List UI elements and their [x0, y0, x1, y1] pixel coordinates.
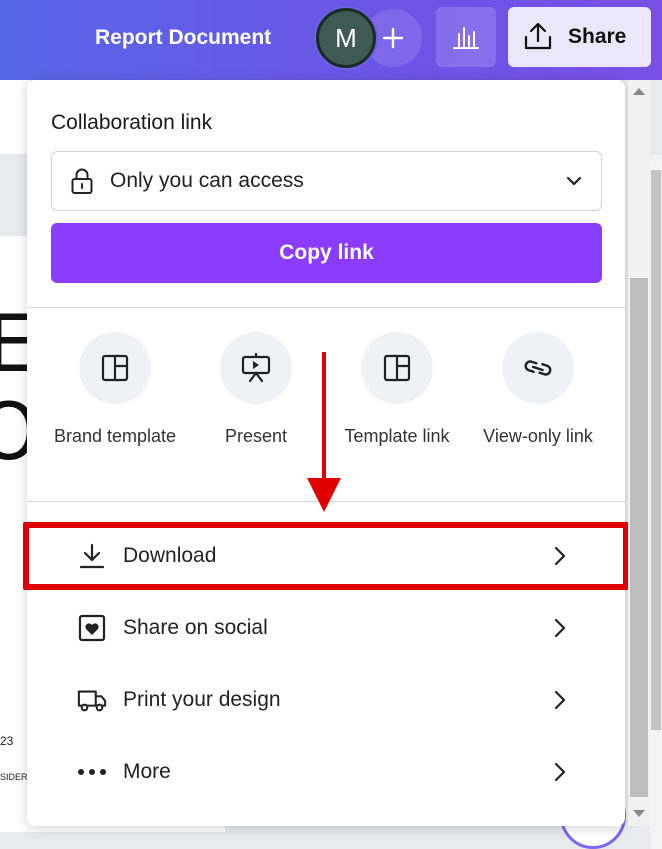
copy-link-button[interactable]: Copy link: [51, 223, 602, 283]
chevron-right-icon: [554, 690, 566, 710]
present-circle: [220, 332, 292, 404]
plus-icon: [382, 27, 404, 49]
chevron-right-icon: [554, 762, 566, 782]
template-link-icon: [383, 354, 411, 382]
truck-icon: [77, 690, 107, 712]
collaboration-link-heading: Collaboration link: [51, 111, 213, 134]
divider: [27, 307, 625, 308]
insights-button[interactable]: [436, 7, 496, 67]
more-menu-item[interactable]: More: [27, 740, 625, 804]
chevron-right-icon: [554, 618, 566, 638]
canvas-area: [0, 80, 30, 154]
lock-icon: [71, 168, 93, 194]
access-dropdown[interactable]: Only you can access: [51, 151, 602, 211]
brand-template-icon: [101, 354, 129, 382]
access-value: Only you can access: [110, 169, 304, 192]
more-label: More: [123, 760, 171, 783]
template-link-circle: [361, 332, 433, 404]
scroll-up-arrow[interactable]: [633, 88, 645, 95]
bar-chart-icon: [453, 27, 479, 49]
present-action[interactable]: Present: [186, 332, 326, 451]
present-label: Present: [224, 426, 288, 446]
print-your-design-label: Print your design: [123, 688, 281, 711]
template-link-label: Template link: [344, 426, 450, 446]
brand-template-circle: [79, 332, 151, 404]
upload-icon: [524, 22, 552, 50]
annotation-arrow-head: [307, 478, 341, 512]
share-panel: Collaboration link Only you can access C…: [23, 80, 629, 826]
share-button[interactable]: Share: [508, 7, 651, 67]
template-link-action[interactable]: Template link: [327, 332, 467, 451]
top-bar: Report Document M Share: [0, 0, 662, 80]
brand-template-label: Brand template: [53, 426, 177, 446]
more-dots-icon-wrap: [77, 757, 107, 787]
page-scrollbar-thumb[interactable]: [651, 170, 661, 730]
panel-scrollbar-thumb[interactable]: [630, 278, 648, 797]
brand-template-action[interactable]: Brand template: [45, 332, 185, 451]
share-label: Share: [568, 25, 627, 48]
annotation-arrow-shaft: [322, 352, 326, 488]
view-only-link-label: View-only link: [483, 426, 593, 446]
print-your-design-menu-item[interactable]: Print your design: [27, 668, 625, 732]
heart-icon-wrap: [77, 613, 107, 643]
scroll-down-arrow[interactable]: [633, 810, 645, 817]
presentation-icon: [241, 352, 271, 383]
chevron-down-icon: [566, 176, 582, 186]
document-title[interactable]: Report Document: [95, 26, 271, 50]
heart-icon: [78, 614, 106, 642]
link-icon: [524, 360, 552, 376]
share-on-social-label: Share on social: [123, 616, 268, 639]
canvas-text: SIDER: [0, 772, 28, 782]
more-dots-icon: [78, 769, 106, 775]
canvas-text: 23: [0, 734, 14, 748]
view-only-link-circle: [502, 332, 574, 404]
truck-icon-wrap: [77, 685, 107, 715]
download-highlight-box: [23, 522, 629, 590]
avatar[interactable]: M: [316, 8, 376, 68]
share-on-social-menu-item[interactable]: Share on social: [27, 596, 625, 660]
view-only-link-action[interactable]: View-only link: [468, 332, 608, 451]
